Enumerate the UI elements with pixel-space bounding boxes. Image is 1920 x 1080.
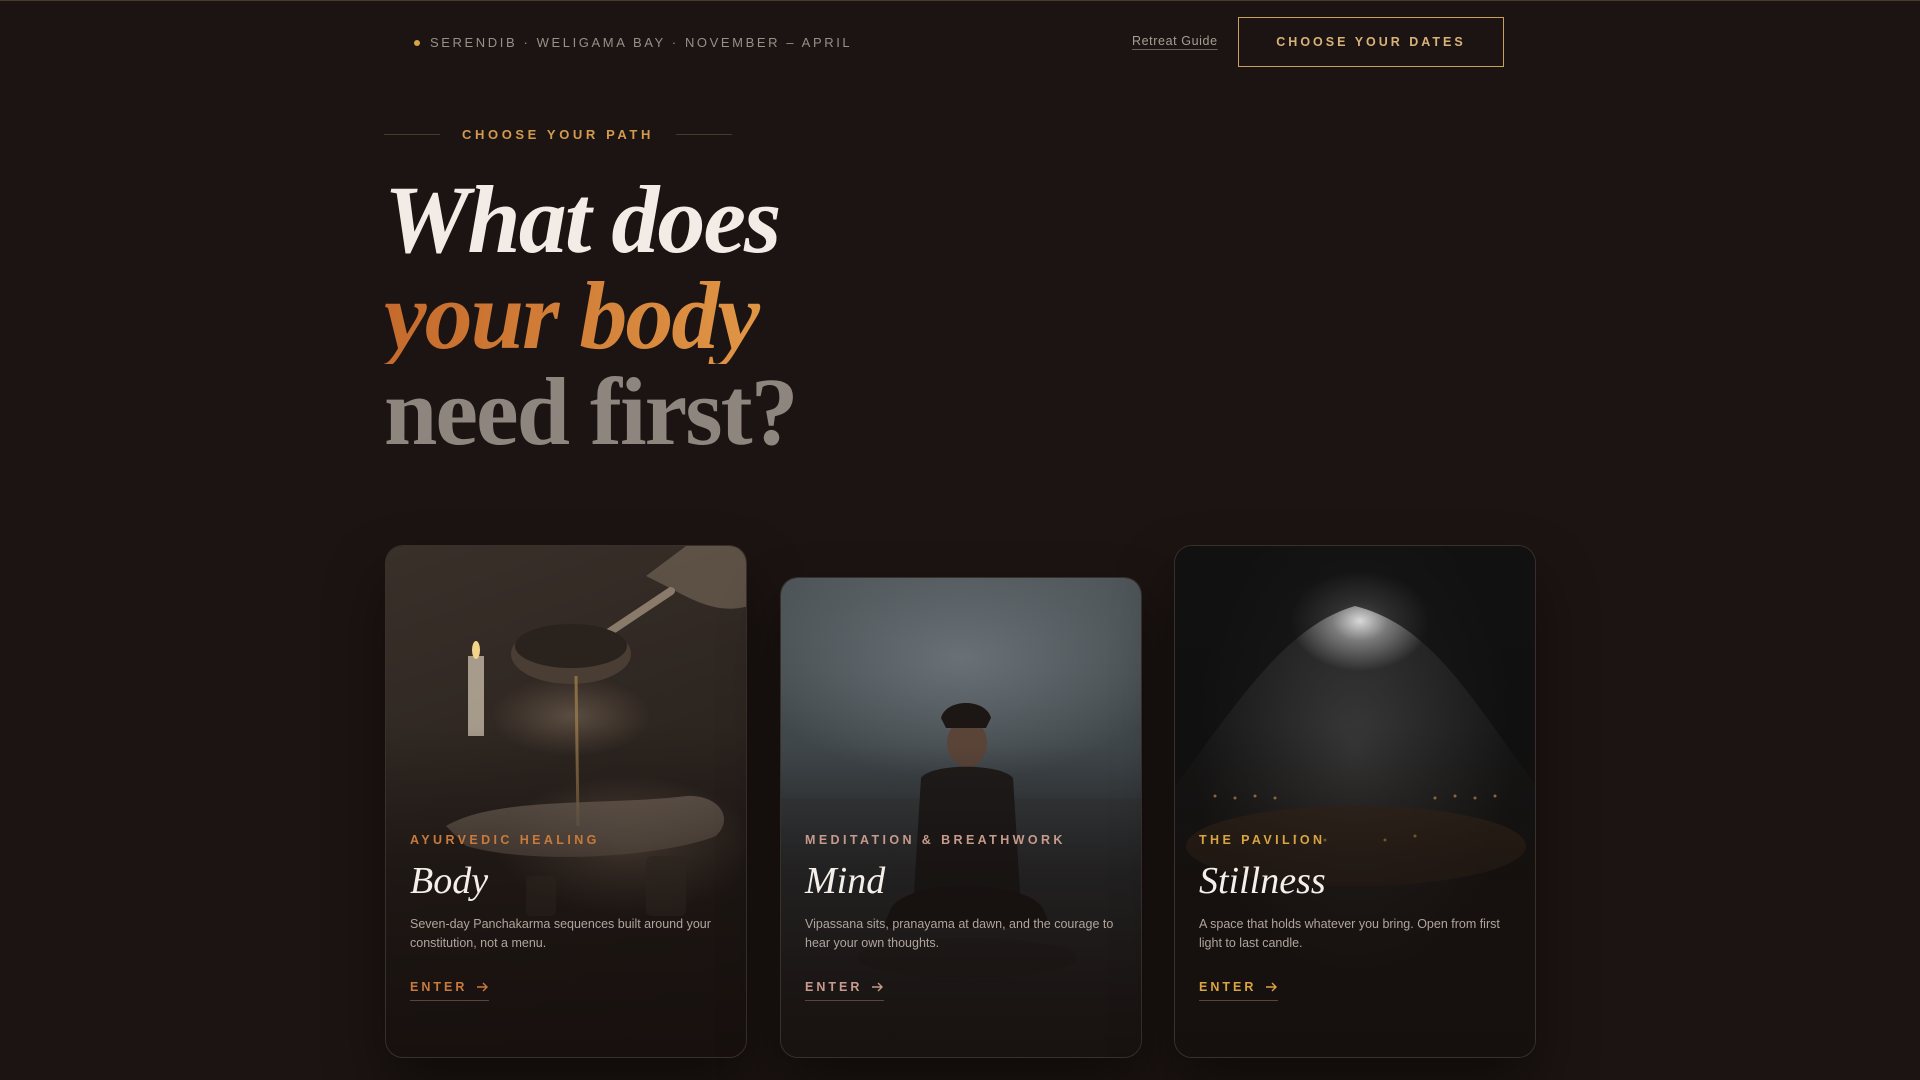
- card-kicker: THE PAVILION: [1199, 833, 1326, 847]
- retreat-guide-link[interactable]: Retreat Guide: [1132, 34, 1218, 48]
- page-title: What does your body need first?: [384, 166, 799, 465]
- card-text: MEDITATION & BREATHWORK Mind Vipassana s…: [805, 833, 1117, 953]
- path-card-stillness[interactable]: THE PAVILION Stillness A space that hold…: [1174, 545, 1536, 1058]
- enter-label: ENTER: [1199, 980, 1257, 994]
- arrow-right-icon: [1266, 982, 1278, 992]
- eyebrow: CHOOSE YOUR PATH: [384, 127, 732, 142]
- headline-line-3: need first?: [384, 358, 799, 465]
- card-text: AYURVEDIC HEALING Body Seven-day Panchak…: [410, 833, 722, 953]
- card-text: THE PAVILION Stillness A space that hold…: [1199, 833, 1511, 953]
- card-description: Seven-day Panchakarma sequences built ar…: [410, 917, 711, 950]
- arrow-right-icon: [872, 982, 884, 992]
- enter-label: ENTER: [410, 980, 468, 994]
- headline-line-2: your body: [384, 268, 797, 364]
- card-title: Stillness: [1199, 860, 1326, 902]
- eyebrow-divider-right: [675, 134, 732, 135]
- enter-link[interactable]: ENTER: [410, 980, 490, 1001]
- brand: SERENDIB · WELIGAMA BAY · NOVEMBER – APR…: [414, 35, 852, 50]
- path-card-body[interactable]: AYURVEDIC HEALING Body Seven-day Panchak…: [385, 545, 747, 1058]
- eyebrow-divider-left: [384, 134, 440, 135]
- card-title: Mind: [805, 860, 886, 902]
- card-enter-wrap: ENTER: [1199, 978, 1279, 1001]
- card-kicker: AYURVEDIC HEALING: [410, 833, 600, 847]
- enter-link[interactable]: ENTER: [1199, 980, 1279, 1001]
- card-description: Vipassana sits, pranayama at dawn, and t…: [805, 917, 1114, 950]
- card-title: Body: [410, 860, 489, 902]
- path-card-mind[interactable]: MEDITATION & BREATHWORK Mind Vipassana s…: [780, 577, 1142, 1058]
- card-enter-wrap: ENTER: [410, 978, 490, 1001]
- card-kicker: MEDITATION & BREATHWORK: [805, 833, 1066, 847]
- card-description: A space that holds whatever you bring. O…: [1199, 917, 1500, 950]
- arrow-right-icon: [477, 982, 489, 992]
- card-enter-wrap: ENTER: [805, 978, 885, 1001]
- headline-line-1: What does: [384, 166, 781, 273]
- status-dot-icon: [414, 39, 420, 46]
- site-header: SERENDIB · WELIGAMA BAY · NOVEMBER – APR…: [0, 0, 1920, 84]
- enter-label: ENTER: [805, 980, 863, 994]
- eyebrow-text: CHOOSE YOUR PATH: [462, 127, 654, 142]
- enter-link[interactable]: ENTER: [805, 980, 885, 1001]
- brand-text: SERENDIB · WELIGAMA BAY · NOVEMBER – APR…: [430, 35, 853, 50]
- choose-dates-button[interactable]: CHOOSE YOUR DATES: [1238, 17, 1504, 67]
